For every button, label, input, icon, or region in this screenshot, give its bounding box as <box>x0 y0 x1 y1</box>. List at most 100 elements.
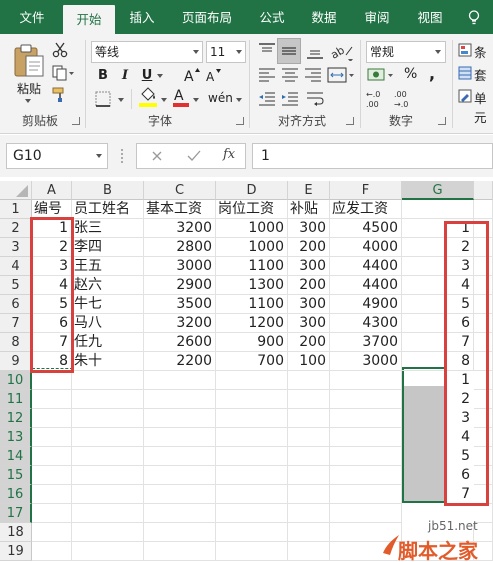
cell-e13[interactable] <box>288 428 330 447</box>
cell-e1[interactable]: 补贴 <box>288 200 330 219</box>
cell-a13[interactable] <box>32 428 72 447</box>
select-all-corner[interactable] <box>0 181 32 200</box>
cell-c18[interactable] <box>144 523 216 542</box>
lightbulb-icon[interactable] <box>468 10 480 25</box>
fill-color-icon[interactable] <box>138 86 158 108</box>
font-color-caret[interactable] <box>193 98 199 102</box>
cell-c16[interactable] <box>144 485 216 504</box>
comma-style-icon[interactable]: , <box>429 64 435 83</box>
cell-b18[interactable] <box>72 523 144 542</box>
cell-d9[interactable]: 700 <box>216 352 288 371</box>
cell-b16[interactable] <box>72 485 144 504</box>
align-middle-button[interactable] <box>277 38 301 64</box>
tab-home[interactable]: 开始 <box>63 5 115 34</box>
wrap-text-icon[interactable] <box>305 90 327 108</box>
cell-d18[interactable] <box>216 523 288 542</box>
border-icon[interactable] <box>94 90 112 108</box>
format-as-table-icon[interactable] <box>458 66 472 80</box>
bold-button[interactable]: B <box>94 67 112 85</box>
cell-d4[interactable]: 1100 <box>216 257 288 276</box>
align-left-icon[interactable] <box>257 67 277 83</box>
row-header-15[interactable]: 15 <box>0 466 32 485</box>
underline-caret[interactable] <box>157 74 163 78</box>
row-header-1[interactable]: 1 <box>0 200 32 219</box>
formula-input[interactable]: 1 <box>252 143 493 169</box>
cancel-icon[interactable] <box>151 150 163 162</box>
align-right-icon[interactable] <box>303 67 323 83</box>
cell-f8[interactable]: 3700 <box>330 333 402 352</box>
cell-e6[interactable]: 300 <box>288 295 330 314</box>
row-header-19[interactable]: 19 <box>0 542 32 561</box>
row-header-9[interactable]: 9 <box>0 352 32 371</box>
row-header-16[interactable]: 16 <box>0 485 32 504</box>
percent-icon[interactable]: % <box>404 66 417 82</box>
cell-d6[interactable]: 1100 <box>216 295 288 314</box>
conditional-format-label[interactable]: 条 <box>474 42 487 61</box>
insert-function-icon[interactable]: fx <box>223 147 235 162</box>
row-header-13[interactable]: 13 <box>0 428 32 447</box>
orientation-icon[interactable]: ab <box>330 41 354 61</box>
cell-d11[interactable] <box>216 390 288 409</box>
cell-d5[interactable]: 1300 <box>216 276 288 295</box>
border-caret[interactable] <box>118 98 124 102</box>
fill-color-caret[interactable] <box>161 98 167 102</box>
tab-formulas[interactable]: 公式 <box>250 0 294 34</box>
cell-e17[interactable] <box>288 504 330 523</box>
underline-button[interactable]: U <box>138 67 156 85</box>
row-header-4[interactable]: 4 <box>0 257 32 276</box>
number-format-caret[interactable] <box>435 50 441 54</box>
cell-a19[interactable] <box>32 542 72 561</box>
cell-d2[interactable]: 1000 <box>216 219 288 238</box>
font-color-icon[interactable]: A <box>172 86 190 108</box>
row-header-17[interactable]: 17 <box>0 504 32 523</box>
cell-c17[interactable] <box>144 504 216 523</box>
cell-a17[interactable] <box>32 504 72 523</box>
cell-d16[interactable] <box>216 485 288 504</box>
row-header-11[interactable]: 11 <box>0 390 32 409</box>
row-header-12[interactable]: 12 <box>0 409 32 428</box>
cell-c14[interactable] <box>144 447 216 466</box>
cell-e11[interactable] <box>288 390 330 409</box>
tab-page-layout[interactable]: 页面布局 <box>172 0 242 34</box>
cell-c6[interactable]: 3500 <box>144 295 216 314</box>
cell-b10[interactable] <box>72 371 144 390</box>
increase-decimal-icon[interactable]: ←.0.00 <box>366 89 388 109</box>
column-header-e[interactable]: E <box>288 181 330 200</box>
column-header-h[interactable] <box>474 181 493 200</box>
cell-b8[interactable]: 任九 <box>72 333 144 352</box>
cut-icon[interactable] <box>52 42 68 58</box>
cell-d1[interactable]: 岗位工资 <box>216 200 288 219</box>
cell-a16[interactable] <box>32 485 72 504</box>
row-header-10[interactable]: 10 <box>0 371 32 390</box>
cell-b13[interactable] <box>72 428 144 447</box>
font-name-box[interactable]: 等线 <box>91 41 203 63</box>
align-bottom-icon[interactable] <box>305 41 325 61</box>
tab-insert[interactable]: 插入 <box>120 0 164 34</box>
cell-c3[interactable]: 2800 <box>144 238 216 257</box>
cell-d15[interactable] <box>216 466 288 485</box>
font-name-caret[interactable] <box>193 50 199 54</box>
cell-b14[interactable] <box>72 447 144 466</box>
column-header-g[interactable]: G <box>402 181 474 200</box>
cell-f10[interactable] <box>330 371 402 390</box>
number-format-box[interactable]: 常规 <box>366 41 446 63</box>
name-box[interactable]: G10 <box>6 143 108 169</box>
tab-view[interactable]: 视图 <box>408 0 452 34</box>
cell-c15[interactable] <box>144 466 216 485</box>
column-header-d[interactable]: D <box>216 181 288 200</box>
cell-c5[interactable]: 2900 <box>144 276 216 295</box>
row-header-18[interactable]: 18 <box>0 523 32 542</box>
cell-d10[interactable] <box>216 371 288 390</box>
cell-e9[interactable]: 100 <box>288 352 330 371</box>
cell-d12[interactable] <box>216 409 288 428</box>
phonetic-icon[interactable]: wén <box>208 89 234 105</box>
cell-a15[interactable] <box>32 466 72 485</box>
formula-bar-splitter[interactable] <box>121 149 123 163</box>
decrease-decimal-icon[interactable]: .00→.0 <box>394 89 416 109</box>
cell-f9[interactable]: 3000 <box>330 352 402 371</box>
cell-d3[interactable]: 1000 <box>216 238 288 257</box>
format-painter-icon[interactable] <box>52 87 68 103</box>
cell-f14[interactable] <box>330 447 402 466</box>
conditional-format-icon[interactable] <box>458 43 472 57</box>
cell-a10[interactable] <box>32 371 72 390</box>
